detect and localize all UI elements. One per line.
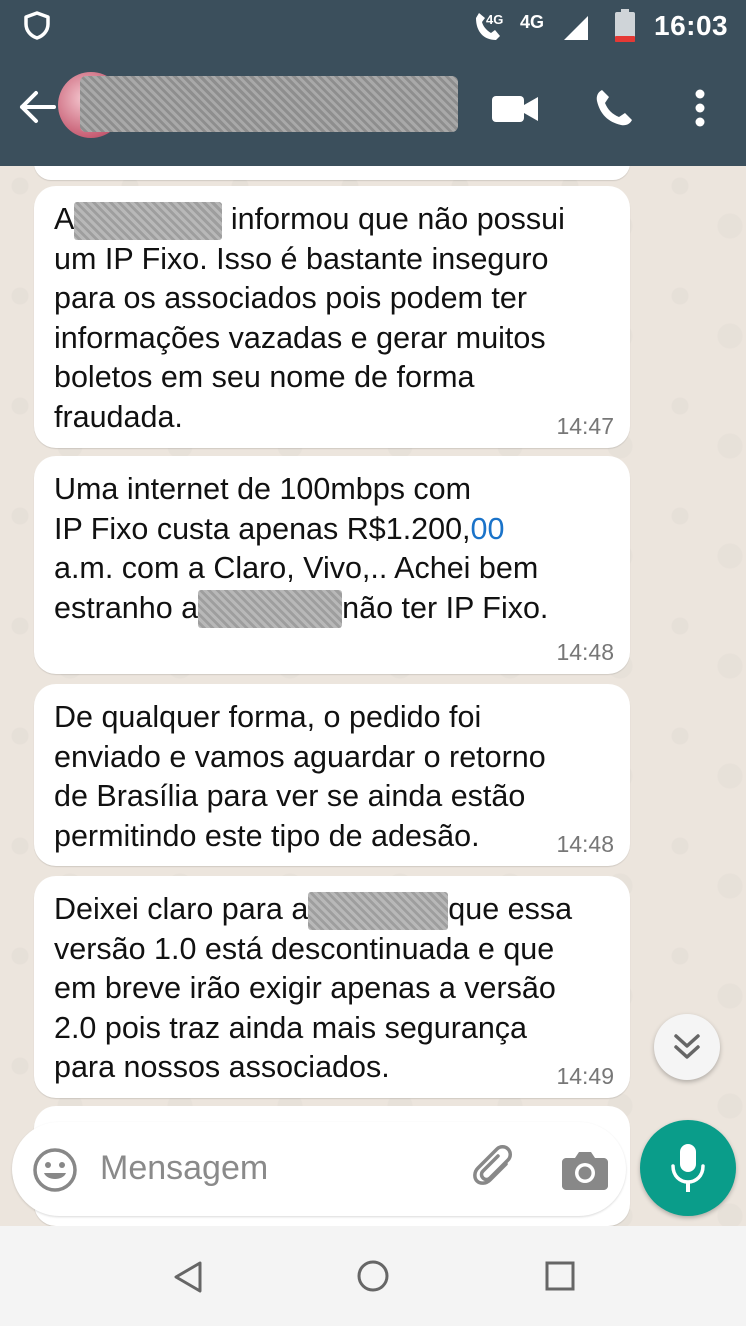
chat-messages[interactable]: A informou que não possui um IP Fixo. Is… (0, 166, 746, 1226)
phone-icon[interactable] (594, 88, 634, 128)
network-signal-icon: 4G 4G (476, 12, 588, 40)
message-time: 14:48 (556, 831, 614, 857)
network-type-label-2: 4G (520, 12, 544, 32)
message-bubble-partial (34, 166, 630, 180)
message-bubble[interactable]: Uma internet de 100mbps com IP Fixo cust… (34, 456, 630, 674)
message-text: A informou que não possui um IP Fixo. Is… (54, 201, 565, 434)
redacted-name (308, 891, 449, 930)
more-options-icon[interactable] (692, 88, 708, 128)
redacted-contact-name[interactable] (80, 76, 458, 132)
mic-icon (671, 1144, 705, 1192)
scroll-to-bottom-button[interactable] (654, 1014, 720, 1080)
redacted-name (74, 201, 223, 240)
attach-icon[interactable] (470, 1144, 520, 1194)
message-bubble[interactable]: Deixei claro para a que essa versão 1.0 e… (34, 876, 630, 1098)
double-chevron-down-icon (674, 1034, 700, 1059)
nav-recent-apps-icon[interactable] (544, 1260, 576, 1292)
message-input[interactable]: Mensagem (100, 1149, 268, 1188)
message-bubble[interactable]: A informou que não possui um IP Fixo. Is… (34, 186, 630, 448)
status-bar: 4G 4G 16:03 (0, 0, 746, 52)
network-type-label: 4G (486, 12, 503, 27)
redacted-name (198, 590, 343, 629)
emoji-icon[interactable] (32, 1147, 78, 1193)
battery-icon (615, 9, 635, 42)
message-text: De qualquer forma, o pedido foi enviado … (54, 700, 546, 853)
nav-home-icon[interactable] (356, 1259, 390, 1293)
back-arrow-icon[interactable] (16, 86, 58, 128)
voice-message-button[interactable] (640, 1120, 736, 1216)
video-call-icon[interactable] (492, 92, 538, 126)
shield-icon (24, 11, 50, 40)
message-text: Uma internet de 100mbps com IP Fixo cust… (54, 470, 614, 629)
system-navigation-bar (0, 1226, 746, 1326)
clock: 16:03 (654, 10, 729, 41)
message-time: 14:49 (556, 1063, 614, 1089)
message-bubble[interactable]: De qualquer forma, o pedido foi enviado … (34, 684, 630, 866)
message-time: 14:47 (556, 413, 614, 439)
message-input-bar: Mensagem (12, 1122, 626, 1216)
camera-icon[interactable] (562, 1148, 608, 1190)
message-time: 14:48 (556, 639, 614, 665)
chat-header (0, 52, 746, 166)
message-text: Deixei claro para a que essa versão 1.0 e… (54, 891, 573, 1085)
link-text[interactable]: 00 (471, 512, 505, 546)
nav-back-icon[interactable] (172, 1260, 204, 1294)
